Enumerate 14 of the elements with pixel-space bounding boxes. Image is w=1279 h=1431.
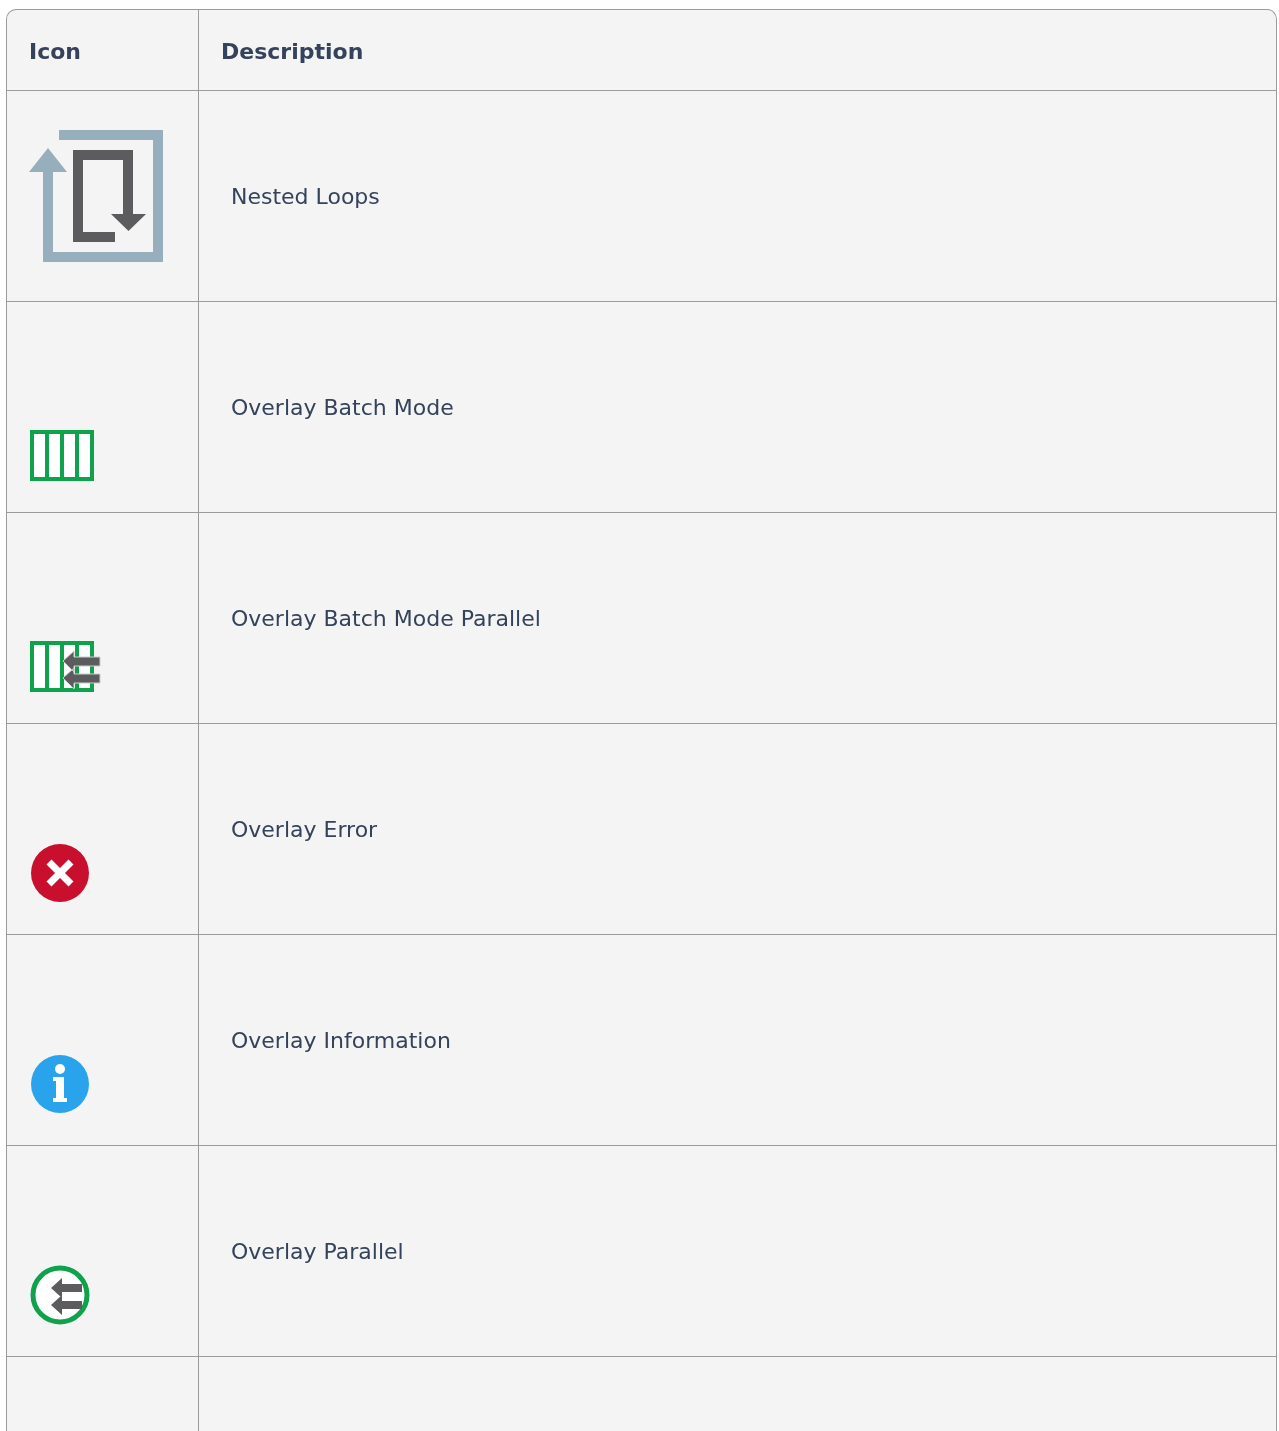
description-text: Overlay Batch Mode Parallel (231, 605, 541, 631)
column-header: Icon (29, 37, 81, 64)
batch-icon (30, 430, 94, 481)
description-text: Overlay Information (231, 1027, 451, 1053)
parallel-icon (30, 1265, 90, 1325)
nested-loops-icon (29, 130, 163, 262)
description-text: Overlay Batch Mode (231, 394, 454, 420)
description-text: Nested Loops (231, 183, 380, 209)
column-header: Description (221, 37, 364, 64)
error-icon (30, 843, 90, 903)
info-icon (30, 1054, 90, 1114)
description-text: Overlay Parallel (231, 1238, 404, 1264)
description-text: Overlay Error (231, 816, 378, 842)
batch-parallel-icon (30, 641, 101, 692)
